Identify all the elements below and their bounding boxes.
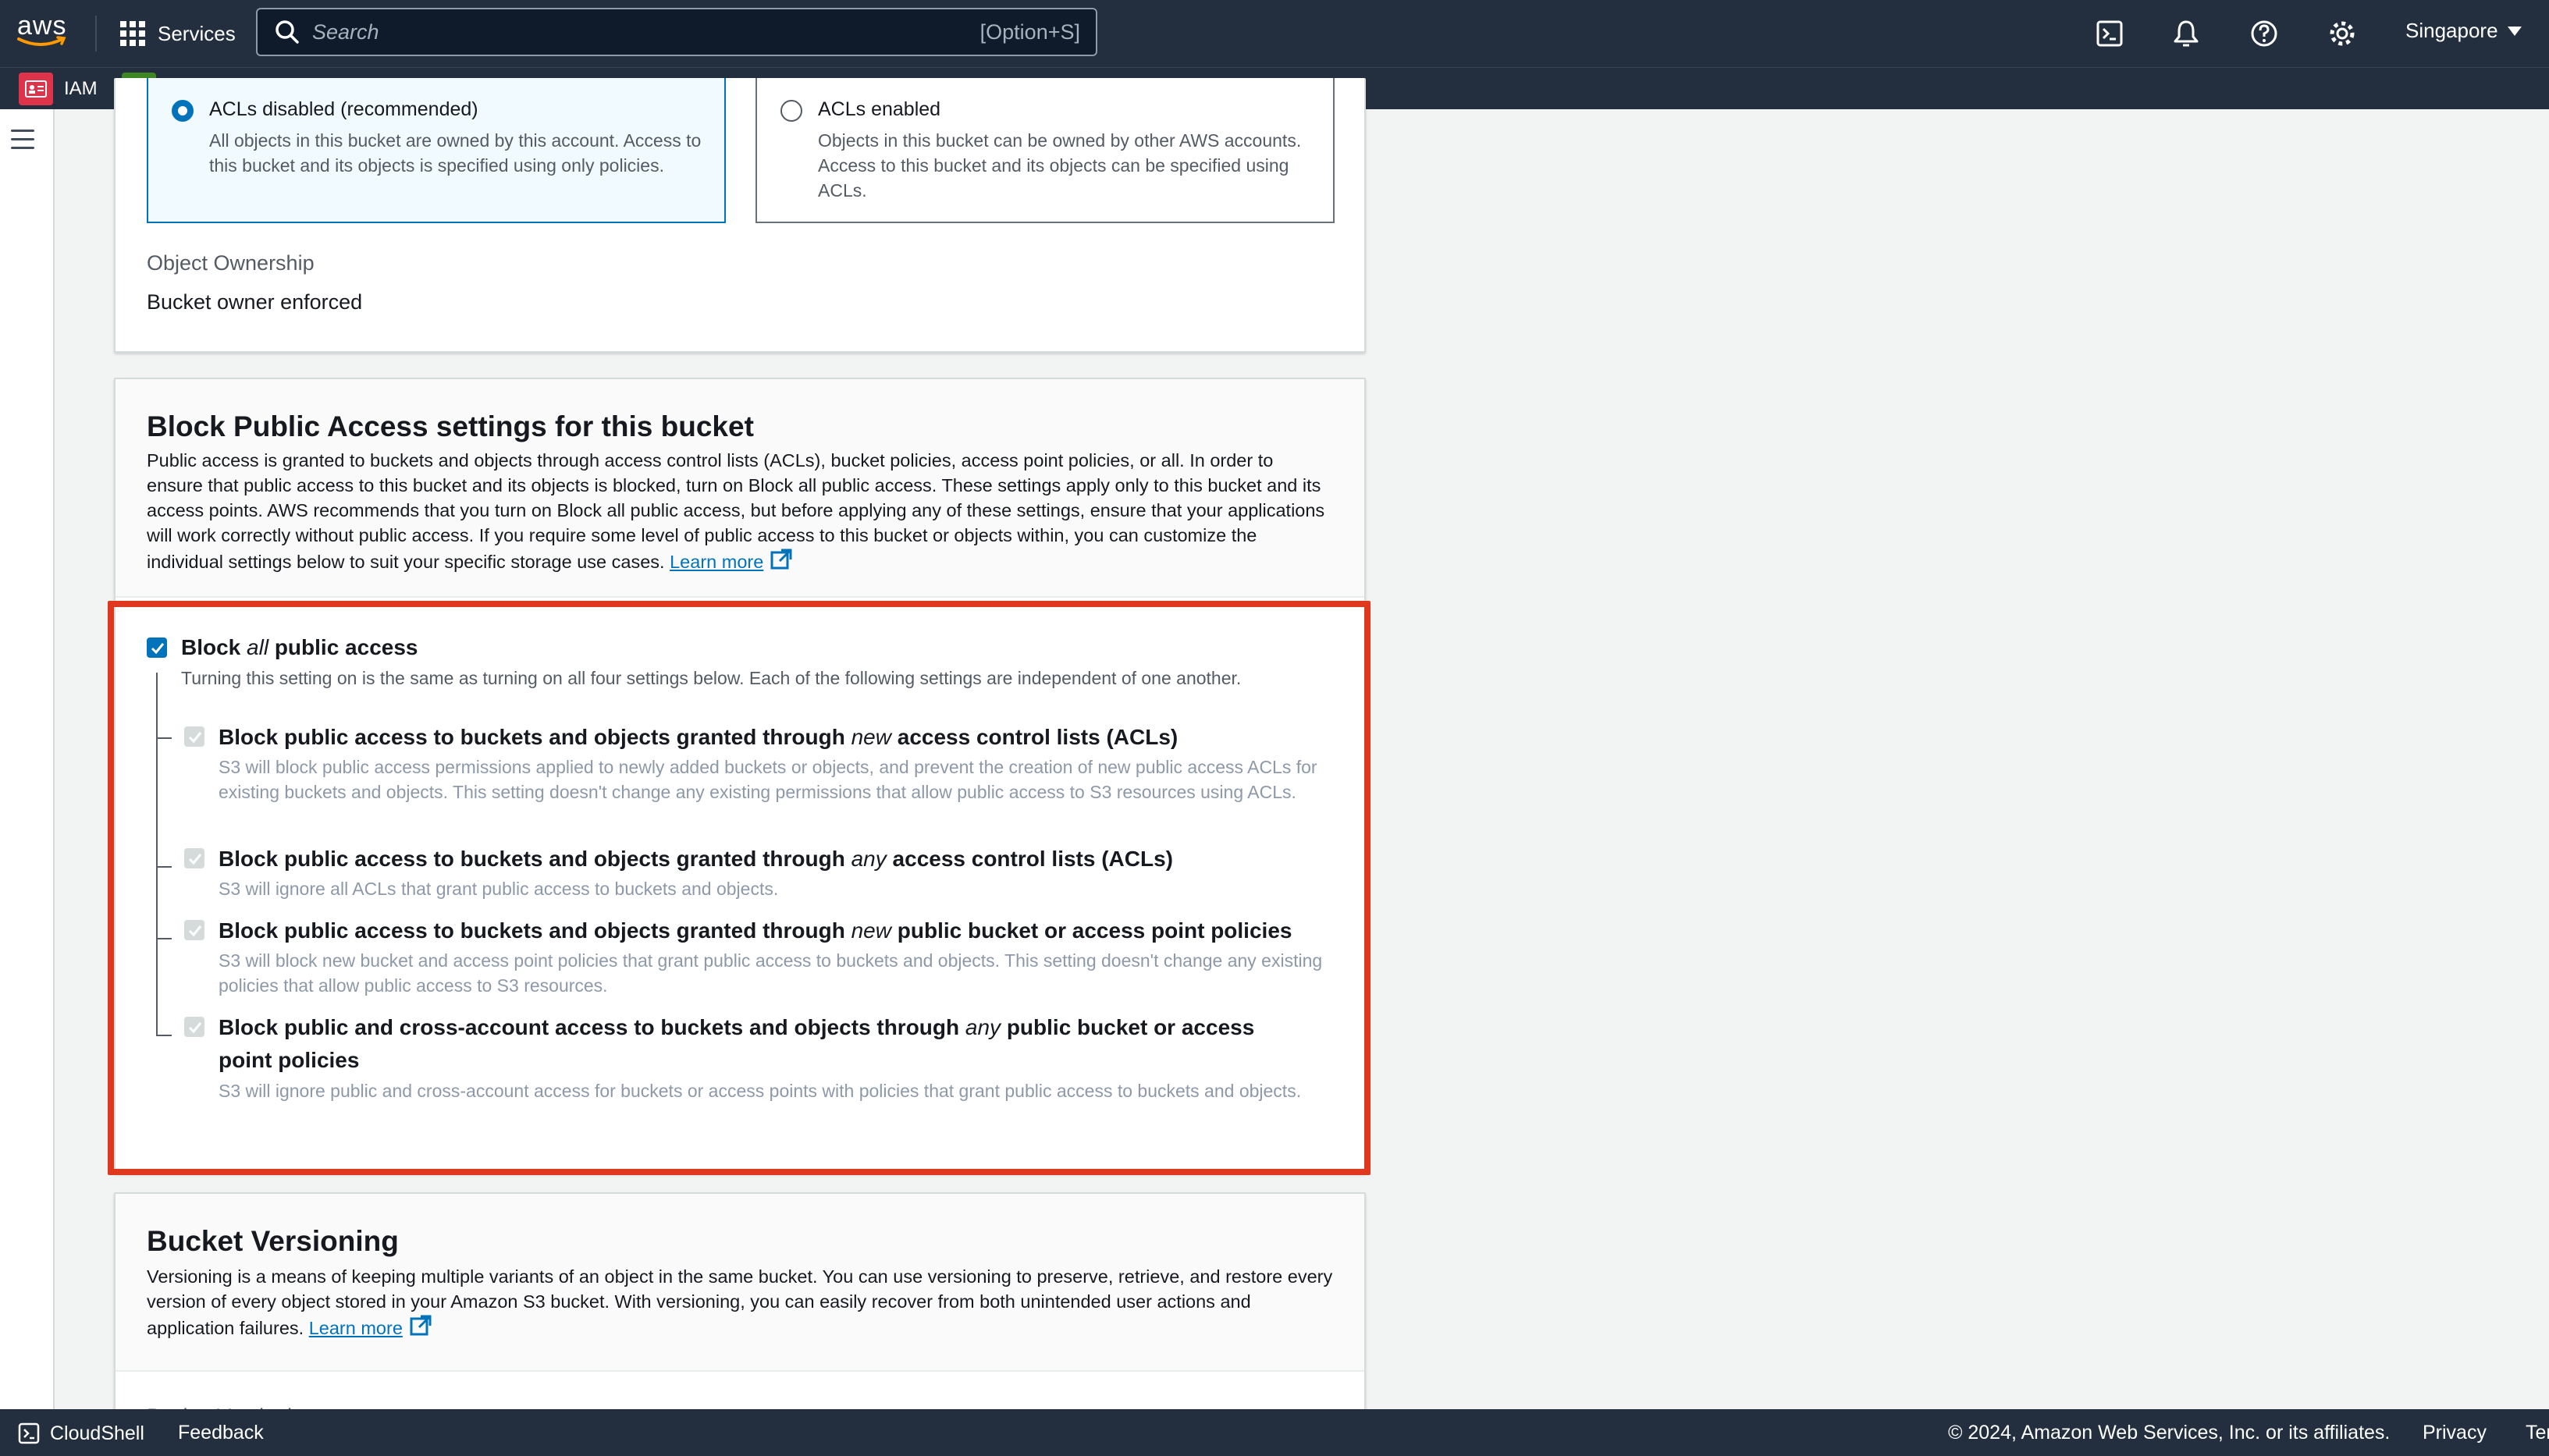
gear-icon[interactable]: [2326, 17, 2359, 50]
external-link-icon: [410, 1315, 432, 1336]
section-title: Bucket Versioning: [147, 1225, 399, 1257]
block-new-acls-checkbox[interactable]: [184, 726, 204, 747]
block-all-public-access-label: Block all public access: [181, 635, 418, 659]
cloudshell-label: CloudShell: [50, 1422, 144, 1444]
tree-branch: [156, 866, 172, 868]
block-any-acls-description: S3 will ignore all ACLs that grant publi…: [219, 879, 779, 899]
search-icon: [276, 20, 299, 44]
search-input[interactable]: [312, 20, 937, 44]
acls-disabled-radio[interactable]: [172, 100, 194, 122]
block-new-policies-checkbox[interactable]: [184, 920, 204, 940]
learn-more-link[interactable]: Learn more: [309, 1318, 403, 1338]
block-new-policies-description: S3 will block new bucket and access poin…: [219, 950, 1323, 996]
iam-icon: [19, 73, 53, 105]
option-description: Objects in this bucket can be owned by o…: [818, 130, 1302, 201]
checkmark-icon: [188, 854, 202, 865]
option-title: ACLs disabled (recommended): [209, 98, 478, 120]
block-any-acls-checkbox[interactable]: [184, 848, 204, 868]
block-new-acls-description: S3 will block public access permissions …: [219, 757, 1317, 802]
checkmark-icon: [188, 1022, 202, 1034]
favorite-iam[interactable]: IAM: [19, 73, 98, 105]
panel-header: Bucket Versioning Versioning is a means …: [116, 1194, 1364, 1372]
block-new-acls-label: Block public access to buckets and objec…: [219, 725, 1179, 749]
tree-branch: [156, 938, 172, 939]
cloudshell-icon: [18, 1422, 40, 1444]
bell-icon[interactable]: [2170, 17, 2202, 50]
block-any-policies-description: S3 will ignore public and cross-account …: [219, 1081, 1302, 1101]
footer: CloudShell Feedback © 2024, Amazon Web S…: [0, 1409, 2549, 1456]
option-title: ACLs enabled: [818, 98, 941, 120]
section-title: Block Public Access settings for this bu…: [147, 410, 754, 442]
settings-tree-line: [156, 673, 158, 1035]
learn-more-link[interactable]: Learn more: [670, 552, 763, 572]
section-description: Versioning is a means of keeping multipl…: [147, 1264, 1333, 1341]
help-icon[interactable]: [2248, 17, 2281, 50]
services-menu-button[interactable]: Services: [120, 17, 236, 50]
block-all-public-access-checkbox[interactable]: [147, 637, 167, 658]
feedback-link[interactable]: Feedback: [178, 1422, 264, 1444]
object-ownership-panel: ACLs disabled (recommended) All objects …: [114, 78, 1366, 353]
tree-branch: [156, 1035, 172, 1036]
side-navigation-rail: [0, 109, 55, 1409]
nav-divider: [95, 16, 97, 51]
checkmark-icon: [151, 643, 165, 655]
menu-icon[interactable]: [11, 130, 34, 150]
caret-down-icon: [2507, 26, 2522, 36]
services-label: Services: [158, 21, 236, 45]
option-description: All objects in this bucket are owned by …: [209, 130, 702, 176]
search-bar[interactable]: [Option+S]: [256, 8, 1097, 56]
favorite-iam-label: IAM: [64, 78, 98, 99]
block-any-acls-label: Block public access to buckets and objec…: [219, 847, 1173, 871]
tree-branch: [156, 737, 172, 739]
grid-icon: [120, 21, 145, 46]
acls-disabled-option[interactable]: ACLs disabled (recommended) All objects …: [147, 78, 726, 223]
copyright-text: © 2024, Amazon Web Services, Inc. or its…: [1948, 1422, 2391, 1444]
search-shortcut-hint: [Option+S]: [979, 20, 1080, 44]
terms-link[interactable]: Terms: [2526, 1422, 2549, 1444]
region-label: Singapore: [2405, 19, 2498, 42]
acls-enabled-option[interactable]: ACLs enabled Objects in this bucket can …: [755, 78, 1335, 223]
block-new-policies-label: Block public access to buckets and objec…: [219, 918, 1292, 943]
section-description: Public access is granted to buckets and …: [147, 448, 1333, 574]
region-selector[interactable]: Singapore: [2405, 19, 2522, 43]
external-link-icon: [770, 549, 792, 570]
object-ownership-label: Object Ownership: [147, 251, 315, 275]
cloudshell-icon[interactable]: [2093, 17, 2126, 50]
checkmark-icon: [188, 925, 202, 937]
block-any-policies-label: Block public and cross-account access to…: [219, 1015, 1255, 1072]
cloudshell-button[interactable]: CloudShell: [17, 1422, 144, 1445]
object-ownership-value: Bucket owner enforced: [147, 290, 363, 314]
panel-header: Block Public Access settings for this bu…: [116, 379, 1364, 598]
aws-logo[interactable]: aws: [17, 12, 72, 51]
checkmark-icon: [188, 732, 202, 744]
block-all-public-access-description: Turning this setting on is the same as t…: [181, 668, 1242, 688]
bucket-versioning-panel: Bucket Versioning Versioning is a means …: [114, 1192, 1366, 1428]
top-navigation: aws Services [Option+S] Singapore: [0, 0, 2549, 67]
privacy-link[interactable]: Privacy: [2423, 1422, 2487, 1444]
acls-enabled-radio[interactable]: [780, 100, 802, 122]
aws-logo-text: aws: [17, 11, 67, 41]
block-any-policies-checkbox[interactable]: [184, 1017, 204, 1037]
